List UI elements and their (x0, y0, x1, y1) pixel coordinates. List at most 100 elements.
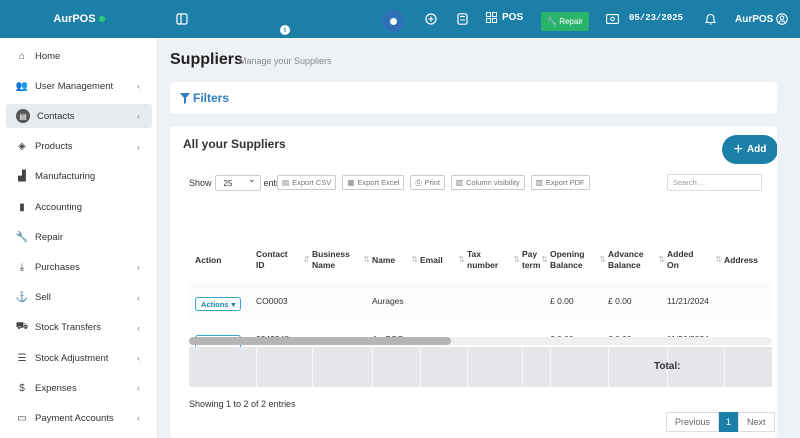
repair-button[interactable]: 🔧 Repair (541, 12, 589, 31)
sidebar-item-stock-transfers[interactable]: ⛟ Stock Transfers ‹ (6, 316, 152, 340)
search-input[interactable]: Search ... (667, 174, 762, 191)
sidebar: ⌂ Home 👥 User Management ‹ ▤ Contacts ‹ ◈ Product… (0, 38, 158, 438)
export-pdf-button[interactable]: ▧ Export PDF (530, 175, 590, 190)
sidebar-item-accounting[interactable]: ▮ Accounting (6, 195, 152, 219)
entries-length: Show 25 entries (189, 174, 291, 191)
user-menu[interactable]: AurPOS (735, 13, 789, 25)
chevron-left-icon: ‹ (137, 141, 140, 152)
footer-cell (467, 347, 522, 387)
sidebar-item-label: Sell (35, 292, 51, 304)
column-header-action[interactable]: Action (195, 238, 255, 282)
cell-advance-balance: £ 0.00 (608, 296, 632, 306)
entries-select[interactable]: 25 (214, 174, 261, 191)
export-excel-button[interactable]: ▦ Export Excel (342, 175, 405, 190)
footer-cell (312, 347, 372, 387)
grid-icon (486, 12, 497, 23)
column-header-pay-term[interactable]: Pay term ⇅ (522, 238, 550, 282)
sidebar-item-products[interactable]: ◈ Products ‹ (6, 135, 152, 159)
chevron-left-icon: ‹ (137, 383, 140, 394)
horizontal-scrollbar[interactable] (189, 337, 772, 345)
info-icon[interactable]: i (280, 25, 290, 35)
cell-tax-number (467, 282, 522, 320)
card-title: All your Suppliers (183, 137, 286, 151)
footer-cell (724, 347, 772, 387)
calculator-icon[interactable] (455, 12, 469, 26)
column-header-added-on[interactable]: Added On ⇅ (667, 238, 724, 282)
factory-icon: ▟ (18, 171, 26, 183)
online-dot-icon (98, 16, 105, 22)
footer-cell (372, 347, 420, 387)
sidebar-item-purchases[interactable]: ⤓ Purchases ‹ (6, 255, 152, 279)
sidebar-item-label: Repair (35, 231, 63, 243)
sidebar-item-label: Purchases (35, 261, 80, 273)
sort-icon[interactable]: ⇅ (458, 255, 465, 265)
sidebar-item-contacts[interactable]: ▤ Contacts ‹ (6, 104, 152, 129)
page-title: Suppliers (170, 51, 243, 68)
pagination-previous[interactable]: Previous (666, 412, 720, 432)
sort-icon[interactable]: ⇅ (715, 255, 722, 265)
column-header-name[interactable]: Name ⇅ (372, 238, 420, 282)
column-header-opening-balance[interactable]: Opening Balance ⇅ (550, 238, 608, 282)
column-header-business-name[interactable]: Business Name ⇅ (312, 238, 372, 282)
column-header-advance-balance[interactable]: Advance Balance ⇅ (608, 238, 667, 282)
sort-icon[interactable]: ⇅ (363, 255, 370, 265)
add-supplier-button[interactable]: + Add (722, 135, 777, 164)
cell-email (420, 282, 467, 320)
export-buttons: ▤ Export CSV ▦ Export Excel ⎙ Print ▥ Column vi… (277, 175, 590, 190)
sidebar-item-manufacturing[interactable]: ▟ Manufacturing (6, 165, 152, 189)
sort-icon[interactable]: ⇅ (513, 255, 520, 265)
export-icon: ⎙ (415, 177, 422, 187)
pagination-page-1[interactable]: 1 (719, 412, 739, 432)
record-button[interactable] (382, 10, 404, 32)
add-circle-icon[interactable] (424, 12, 438, 26)
sort-icon[interactable]: ⇅ (541, 255, 548, 265)
home-icon: ⌂ (18, 50, 26, 62)
chevron-left-icon: ‹ (137, 81, 140, 92)
footer-cell (550, 347, 608, 387)
sort-icon[interactable]: ⇅ (599, 255, 606, 265)
column-header-contact-id[interactable]: Contact ID ⇵ (256, 238, 312, 282)
sidebar-toggle-icon[interactable] (175, 12, 189, 26)
filters-toggle[interactable]: Filters (180, 91, 229, 105)
footer-cell (522, 347, 550, 387)
pagination-next[interactable]: Next (738, 412, 775, 432)
wallet-icon: ▭ (17, 412, 27, 424)
scrollbar-thumb[interactable] (189, 337, 451, 345)
current-date: 05/23/2025 (629, 13, 684, 23)
contacts-icon: ▤ (16, 109, 30, 124)
sort-icon[interactable]: ⇵ (303, 255, 310, 265)
sidebar-item-repair[interactable]: 🔧 Repair (6, 225, 152, 249)
dollar-icon: $ (19, 382, 25, 394)
chevron-left-icon: ‹ (137, 111, 140, 122)
pos-button[interactable]: POS (486, 12, 523, 23)
export-csv-button[interactable]: ▤ Export CSV (277, 175, 337, 190)
sidebar-item-sell[interactable]: ⚓ Sell ‹ (6, 286, 152, 310)
sidebar-item-home[interactable]: ⌂ Home (6, 44, 152, 68)
sort-icon[interactable]: ⇅ (658, 255, 665, 265)
wrench-icon: 🔧 (547, 17, 558, 26)
sidebar-item-stock-adjustment[interactable]: ☰ Stock Adjustment ‹ (6, 346, 152, 370)
print-button[interactable]: ⎙ Print (410, 175, 445, 190)
sidebar-item-label: Accounting (35, 201, 83, 213)
export-icon: ▤ (282, 178, 290, 187)
actions-dropdown-button[interactable]: Actions▾ (195, 297, 242, 311)
database-icon: ☰ (17, 352, 27, 364)
cell-pay-term (522, 282, 550, 320)
column-visibility-button[interactable]: ▥ Column visibility (450, 175, 525, 190)
bell-icon[interactable] (703, 12, 717, 26)
filters-panel[interactable]: Filters (170, 82, 777, 114)
sidebar-item-payment-accounts[interactable]: ▭ Payment Accounts ‹ (6, 406, 152, 430)
export-icon: ▧ (535, 178, 543, 187)
sidebar-item-label: User Management (35, 80, 114, 92)
sidebar-item-user-management[interactable]: 👥 User Management ‹ (6, 74, 152, 98)
column-header-tax-number[interactable]: Tax number ⇅ (467, 238, 522, 282)
column-header-address[interactable]: Address (724, 238, 772, 282)
column-header-email[interactable]: Email ⇅ (420, 238, 467, 282)
brand-logo[interactable]: AurPOS (0, 0, 158, 38)
record-icon (389, 17, 397, 25)
sort-icon[interactable]: ⇅ (411, 255, 418, 265)
chevron-left-icon: ‹ (137, 413, 140, 424)
sidebar-item-expenses[interactable]: $ Expenses ‹ (6, 376, 152, 400)
money-icon[interactable] (605, 12, 619, 26)
sidebar-item-label: Expenses (35, 382, 77, 394)
